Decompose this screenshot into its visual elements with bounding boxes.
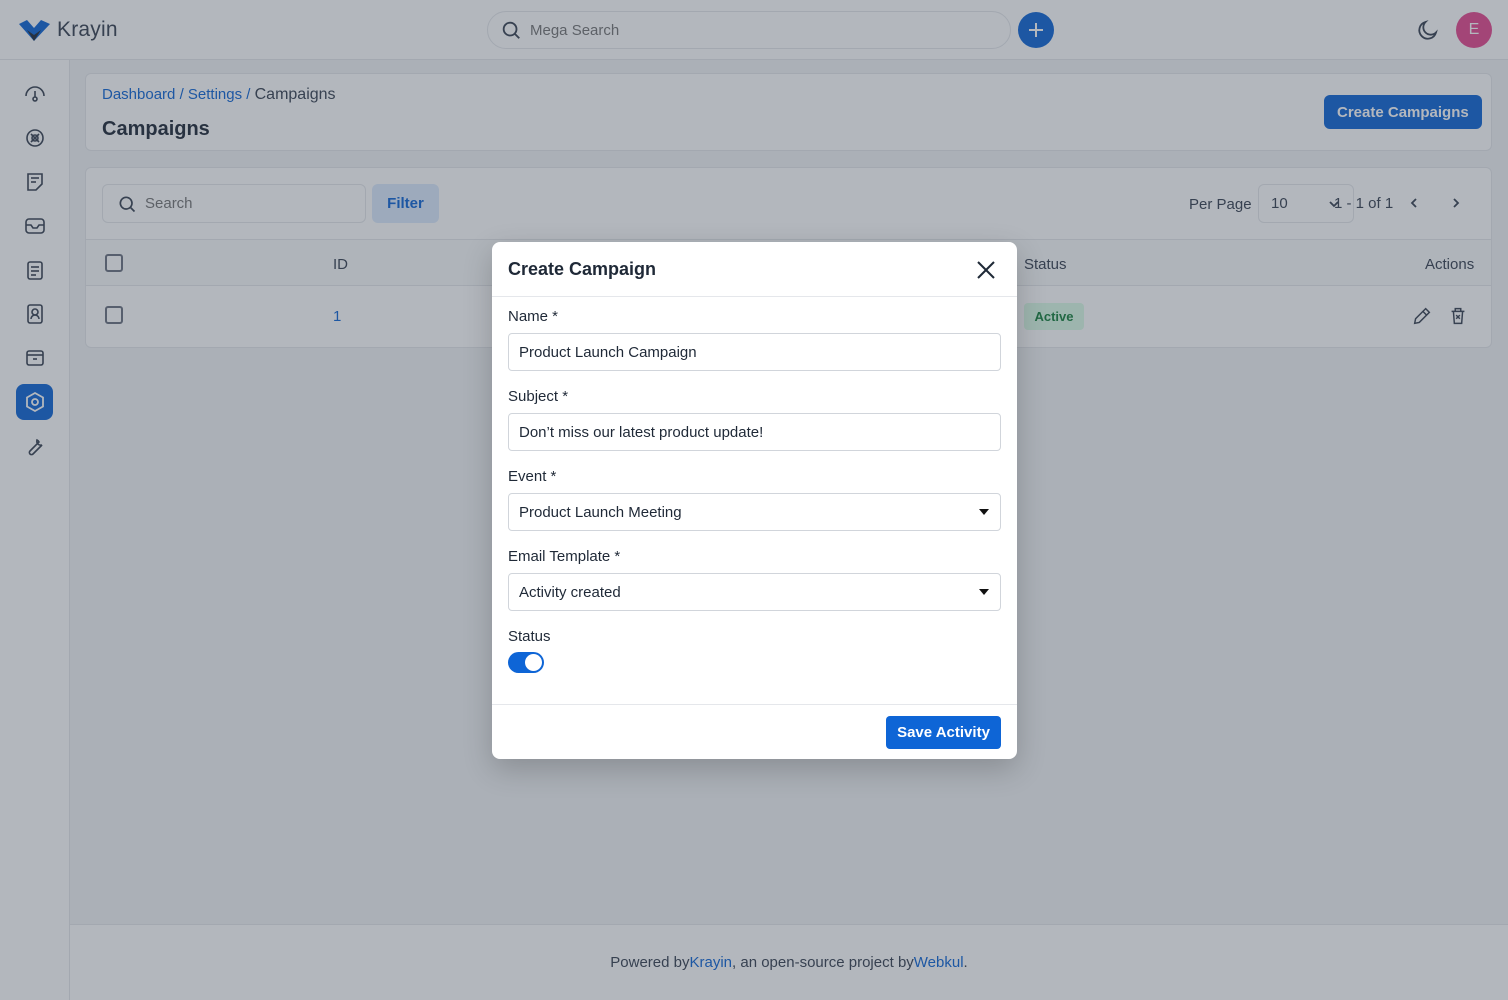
name-field[interactable] xyxy=(508,333,1001,371)
event-selected-value: Product Launch Meeting xyxy=(519,503,682,521)
status-toggle[interactable] xyxy=(508,652,544,673)
subject-label: Subject * xyxy=(508,388,569,405)
name-label: Name * xyxy=(508,308,559,325)
email-template-selected-value: Activity created xyxy=(519,583,621,601)
modal-footer: Save Activity xyxy=(492,704,1017,759)
subject-field[interactable] xyxy=(508,413,1001,451)
caret-down-icon xyxy=(979,589,989,595)
email-template-label: Email Template * xyxy=(508,548,621,565)
close-modal-button[interactable] xyxy=(972,256,1000,284)
event-label: Event * xyxy=(508,468,557,485)
save-activity-button[interactable]: Save Activity xyxy=(886,716,1001,749)
email-template-select[interactable]: Activity created xyxy=(508,573,1001,611)
status-label: Status xyxy=(508,628,551,645)
close-icon xyxy=(977,261,995,279)
event-select[interactable]: Product Launch Meeting xyxy=(508,493,1001,531)
modal-header: Create Campaign xyxy=(492,242,1017,297)
modal-title: Create Campaign xyxy=(508,259,657,279)
create-campaign-modal: Create Campaign Name * Subject * Event *… xyxy=(492,242,1017,759)
caret-down-icon xyxy=(979,509,989,515)
toggle-knob xyxy=(525,654,542,671)
